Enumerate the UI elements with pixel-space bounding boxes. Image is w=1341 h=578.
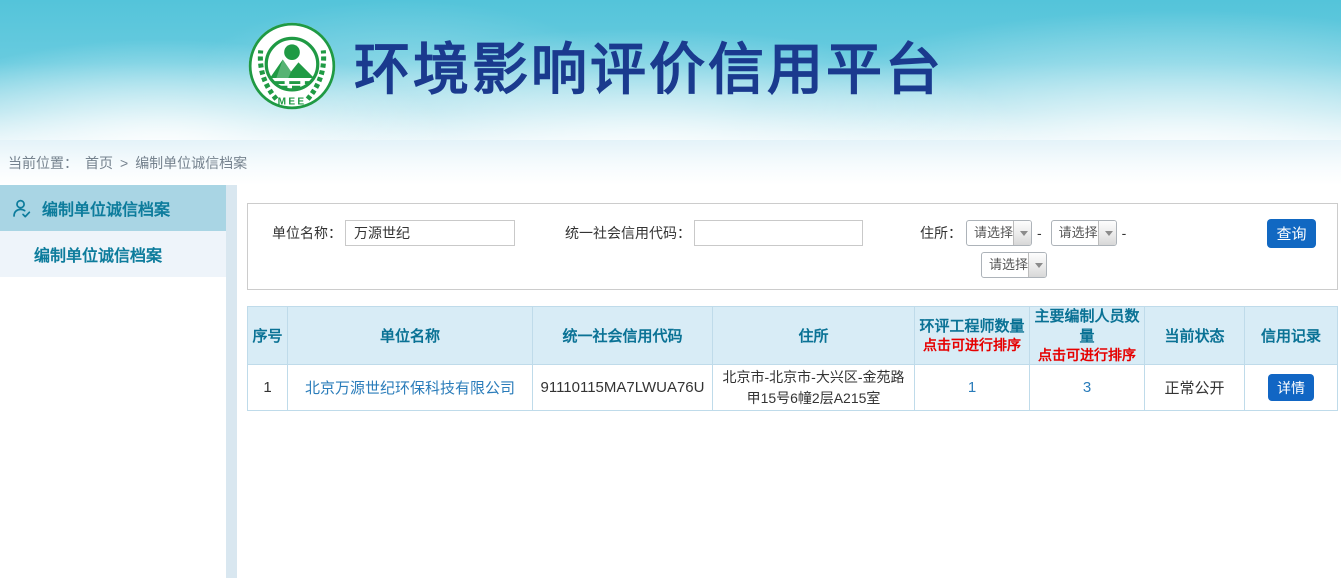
col-header-address: 住所 [713,307,915,365]
cell-credit-code: 91110115MA7LWUA76U [533,365,713,411]
address-city-select[interactable]: 请选择 [1051,220,1117,246]
company-name-input[interactable] [345,220,515,246]
chevron-down-icon[interactable] [1098,221,1117,245]
search-row-1: 单位名称： 统一社会信用代码： 住所： 请选择 - 请选择 - 查询 [248,219,1337,247]
col-header-index: 序号 [248,307,288,365]
col-header-staff-count-sort[interactable]: 主要编制人员数量 点击可进行排序 [1030,307,1145,365]
cell-status: 正常公开 [1145,365,1245,411]
address-district-select[interactable]: 请选择 [981,252,1047,278]
breadcrumb-label: 当前位置： [8,153,78,173]
address-province-select[interactable]: 请选择 [966,220,1032,246]
detail-button[interactable]: 详情 [1268,374,1314,401]
breadcrumb-current: 编制单位诚信档案 [135,153,247,173]
search-button[interactable]: 查询 [1267,219,1316,248]
col-header-engineer-count-sort[interactable]: 环评工程师数量 点击可进行排序 [915,307,1030,365]
sidebar: 编制单位诚信档案 编制单位诚信档案 [0,185,226,578]
chevron-down-icon[interactable] [1013,221,1032,245]
company-name-label: 单位名称： [272,223,342,243]
breadcrumb-home-link[interactable]: 首页 [85,153,113,173]
sidebar-subitem-archive[interactable]: 编制单位诚信档案 [0,231,226,277]
search-panel: 单位名称： 统一社会信用代码： 住所： 请选择 - 请选择 - 查询 [247,203,1338,290]
mee-logo-text: MEE [278,97,307,108]
breadcrumb: 当前位置： 首页 > 编制单位诚信档案 [0,140,1341,185]
sidebar-divider [226,185,237,578]
app-header: MEE 环境影响评价信用平台 [0,0,1341,140]
address-label: 住所： [920,223,962,243]
engineer-count-link[interactable]: 1 [968,379,976,396]
page-title: 环境影响评价信用平台 [354,25,944,106]
sort-hint-label: 点击可进行排序 [1032,346,1142,364]
col-header-credit-code: 统一社会信用代码 [533,307,713,365]
user-check-icon [10,197,33,220]
sidebar-item-label: 编制单位诚信档案 [42,196,170,220]
mee-logo-icon: MEE [246,20,338,112]
results-table: 序号 单位名称 统一社会信用代码 住所 环评工程师数量 点击可进行排序 主要编制… [247,306,1338,411]
credit-code-input[interactable] [694,220,863,246]
sidebar-item-archive-group[interactable]: 编制单位诚信档案 [0,185,226,231]
breadcrumb-separator: > [120,155,128,171]
page-body: 编制单位诚信档案 编制单位诚信档案 单位名称： 统一社会信用代码： 住所： 请选… [0,185,1341,578]
col-header-status: 当前状态 [1145,307,1245,365]
address-separator-1: - [1037,225,1042,241]
col-header-credit-record: 信用记录 [1245,307,1338,365]
search-row-2: 请选择 [248,251,1337,279]
chevron-down-icon[interactable] [1028,253,1047,277]
sidebar-subitem-label: 编制单位诚信档案 [34,242,162,266]
cell-address: 北京市-北京市-大兴区-金苑路甲15号6幢2层A215室 [713,365,915,411]
company-name-link[interactable]: 北京万源世纪环保科技有限公司 [305,380,515,397]
table-row: 1 北京万源世纪环保科技有限公司 91110115MA7LWUA76U 北京市-… [248,365,1338,411]
staff-count-link[interactable]: 3 [1083,379,1091,396]
credit-code-label: 统一社会信用代码： [565,223,691,243]
main-content: 单位名称： 统一社会信用代码： 住所： 请选择 - 请选择 - 查询 [237,185,1341,578]
cell-index: 1 [248,365,288,411]
table-header-row: 序号 单位名称 统一社会信用代码 住所 环评工程师数量 点击可进行排序 主要编制… [248,307,1338,365]
address-separator-2: - [1122,225,1127,241]
col-header-company-name: 单位名称 [288,307,533,365]
sort-hint-label: 点击可进行排序 [917,336,1027,354]
